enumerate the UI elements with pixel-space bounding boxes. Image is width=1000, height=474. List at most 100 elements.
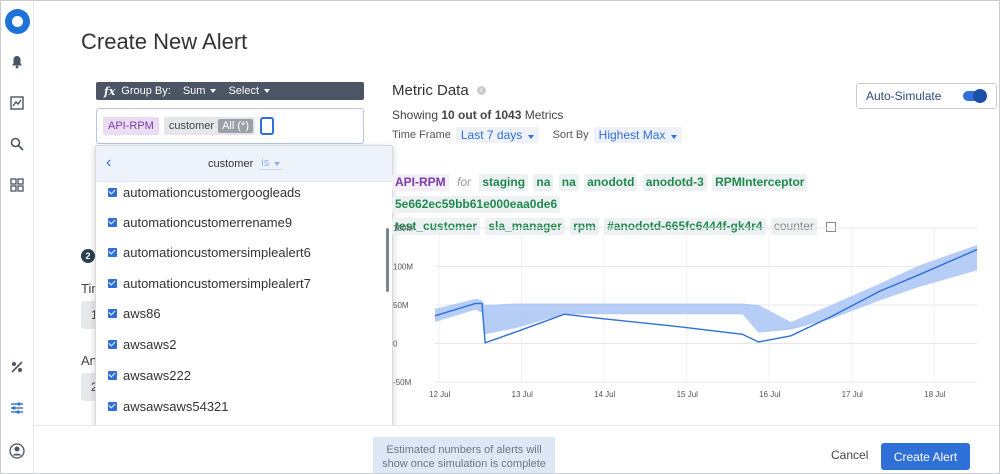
list-item[interactable]: automationcustomersimplealert6 [108,243,311,261]
y-tick-label: 0 [393,340,398,349]
list-item[interactable]: awsaws2 [108,335,176,353]
info-icon[interactable]: i [476,86,486,95]
popup-title: customer is [208,157,283,170]
alert-estimate-note: Estimated numbers of alerts will show on… [373,437,555,473]
list-item[interactable]: awsawsaws54321 [108,397,229,415]
checkbox[interactable] [108,278,117,288]
list-item[interactable]: automationcustomerrename9 [108,213,292,231]
sort-by-dropdown[interactable]: Highest Max [593,127,682,143]
group-by-function-dropdown[interactable]: Sum [183,85,217,97]
checkbox[interactable] [108,370,117,380]
group-by-select-dropdown[interactable]: Select [228,85,271,97]
time-frame-value: Last 7 days [460,128,523,142]
chevron-down-icon [527,135,534,139]
list-item[interactable]: automationcustomersimplealert7 [108,274,311,292]
app-window: Create New Alert fx Group By: Sum Select… [0,0,1000,474]
dimension-name: customer [168,120,215,132]
list-item[interactable]: automationcustomergoogleads [108,183,301,201]
tag-value: anodotd [584,174,638,191]
option-label: awsaws222 [123,367,191,383]
time-frame-label: Time Frame [392,129,451,141]
metric-chip[interactable]: API-RPM [103,117,159,135]
metric-chart: 150M 100M 50M 0 -50M 12 Jul 13 Jul 14 Jul 15 Jul… [393,224,978,399]
x-tick-label: 13 Jul [512,390,534,399]
option-label: awsawsaws54321 [123,398,229,414]
operator-dropdown[interactable]: is [259,157,283,170]
option-label: automationcustomerrename9 [123,214,293,230]
query-text-input[interactable] [259,117,274,135]
list-item[interactable]: aws86 [108,304,161,322]
cancel-button[interactable]: Cancel [831,448,868,462]
auto-simulate-control: Auto-Simulate [856,83,997,109]
step-badge: 2 [81,249,95,263]
search-icon[interactable] [8,135,26,153]
checkbox[interactable] [108,308,117,318]
x-tick-label: 14 Jul [594,390,616,399]
create-alert-button[interactable]: Create Alert [881,443,970,470]
chevron-down-icon [670,135,677,139]
chevron-down-icon [210,89,217,93]
plug-icon[interactable] [8,358,26,376]
for-label: for [457,175,472,189]
option-label: awsaws2 [123,336,177,352]
bell-icon[interactable] [8,53,26,71]
tag-value: na [558,174,579,191]
tag-value: anodotd-3 [642,174,707,191]
auto-simulate-label: Auto-Simulate [866,89,942,103]
left-nav-rail [1,1,34,473]
checkbox[interactable] [108,247,117,257]
showing-suffix: Metrics [524,108,564,122]
checkbox[interactable] [108,217,117,227]
showing-count: 10 out of 1043 [441,108,522,122]
tag-value: RPMInterceptor [712,174,808,191]
y-tick-label: 100M [393,263,413,272]
group-by-bar: fx Group By: Sum Select [96,82,364,100]
operator-value: is [261,157,270,169]
y-tick-label: -50M [393,378,412,387]
dimension-value[interactable]: All (*) [218,119,253,133]
chevron-left-icon[interactable]: ‹ [106,154,111,172]
time-frame-dropdown[interactable]: Last 7 days [455,127,539,143]
checkbox[interactable] [108,401,117,411]
x-tick-label: 12 Jul [429,390,451,399]
chevron-down-icon [264,89,271,93]
dashboard-icon[interactable] [8,176,26,194]
option-label: automationcustomergoogleads [123,184,301,200]
x-tick-label: 17 Jul [842,390,864,399]
series-line [434,248,978,344]
popup-scrollbar[interactable] [386,228,389,292]
list-item[interactable]: awsaws222 [108,366,191,384]
option-label: automationcustomersimplealert6 [123,244,311,260]
user-icon[interactable] [8,442,26,460]
chart-icon[interactable] [8,94,26,112]
y-tick-label: 50M [393,301,409,310]
function-icon: fx [104,84,116,98]
tag-value: 5e662ec59bb61e000eaa0de6 [392,196,561,213]
group-by-function-value: Sum [182,85,206,97]
sort-by-label: Sort By [552,129,589,141]
metrics-count-text: Showing 10 out of 1043 Metrics [392,108,563,122]
popup-header: ‹ customer is [96,146,392,182]
group-by-select-value: Select [228,85,260,97]
option-label: automationcustomersimplealert7 [123,275,311,291]
confidence-band [435,244,977,335]
tag-value: na [533,174,554,191]
page-title: Create New Alert [81,29,248,54]
sliders-icon[interactable] [8,399,26,417]
app-logo[interactable] [5,9,30,34]
dimension-chip[interactable]: customer All (*) [163,117,255,135]
checkbox[interactable] [108,187,117,197]
tag-value: staging [479,174,529,191]
y-tick-label: 150M [393,224,413,233]
metric-name-tag: API-RPM [392,174,449,191]
checkbox[interactable] [108,339,117,349]
metric-filters: Time Frame Last 7 days Sort By Highest M… [392,127,682,143]
dimension-value-popup: ‹ customer is automationcustomergooglead… [95,145,393,445]
popup-dimension-name: customer [208,157,254,170]
option-label: aws86 [123,305,161,321]
auto-simulate-toggle[interactable] [963,89,987,103]
x-tick-label: 18 Jul [924,390,946,399]
sort-by-value: Highest Max [598,128,666,142]
metric-query-box[interactable]: API-RPM customer All (*) [96,108,364,144]
group-by-label: Group By: [121,85,171,97]
